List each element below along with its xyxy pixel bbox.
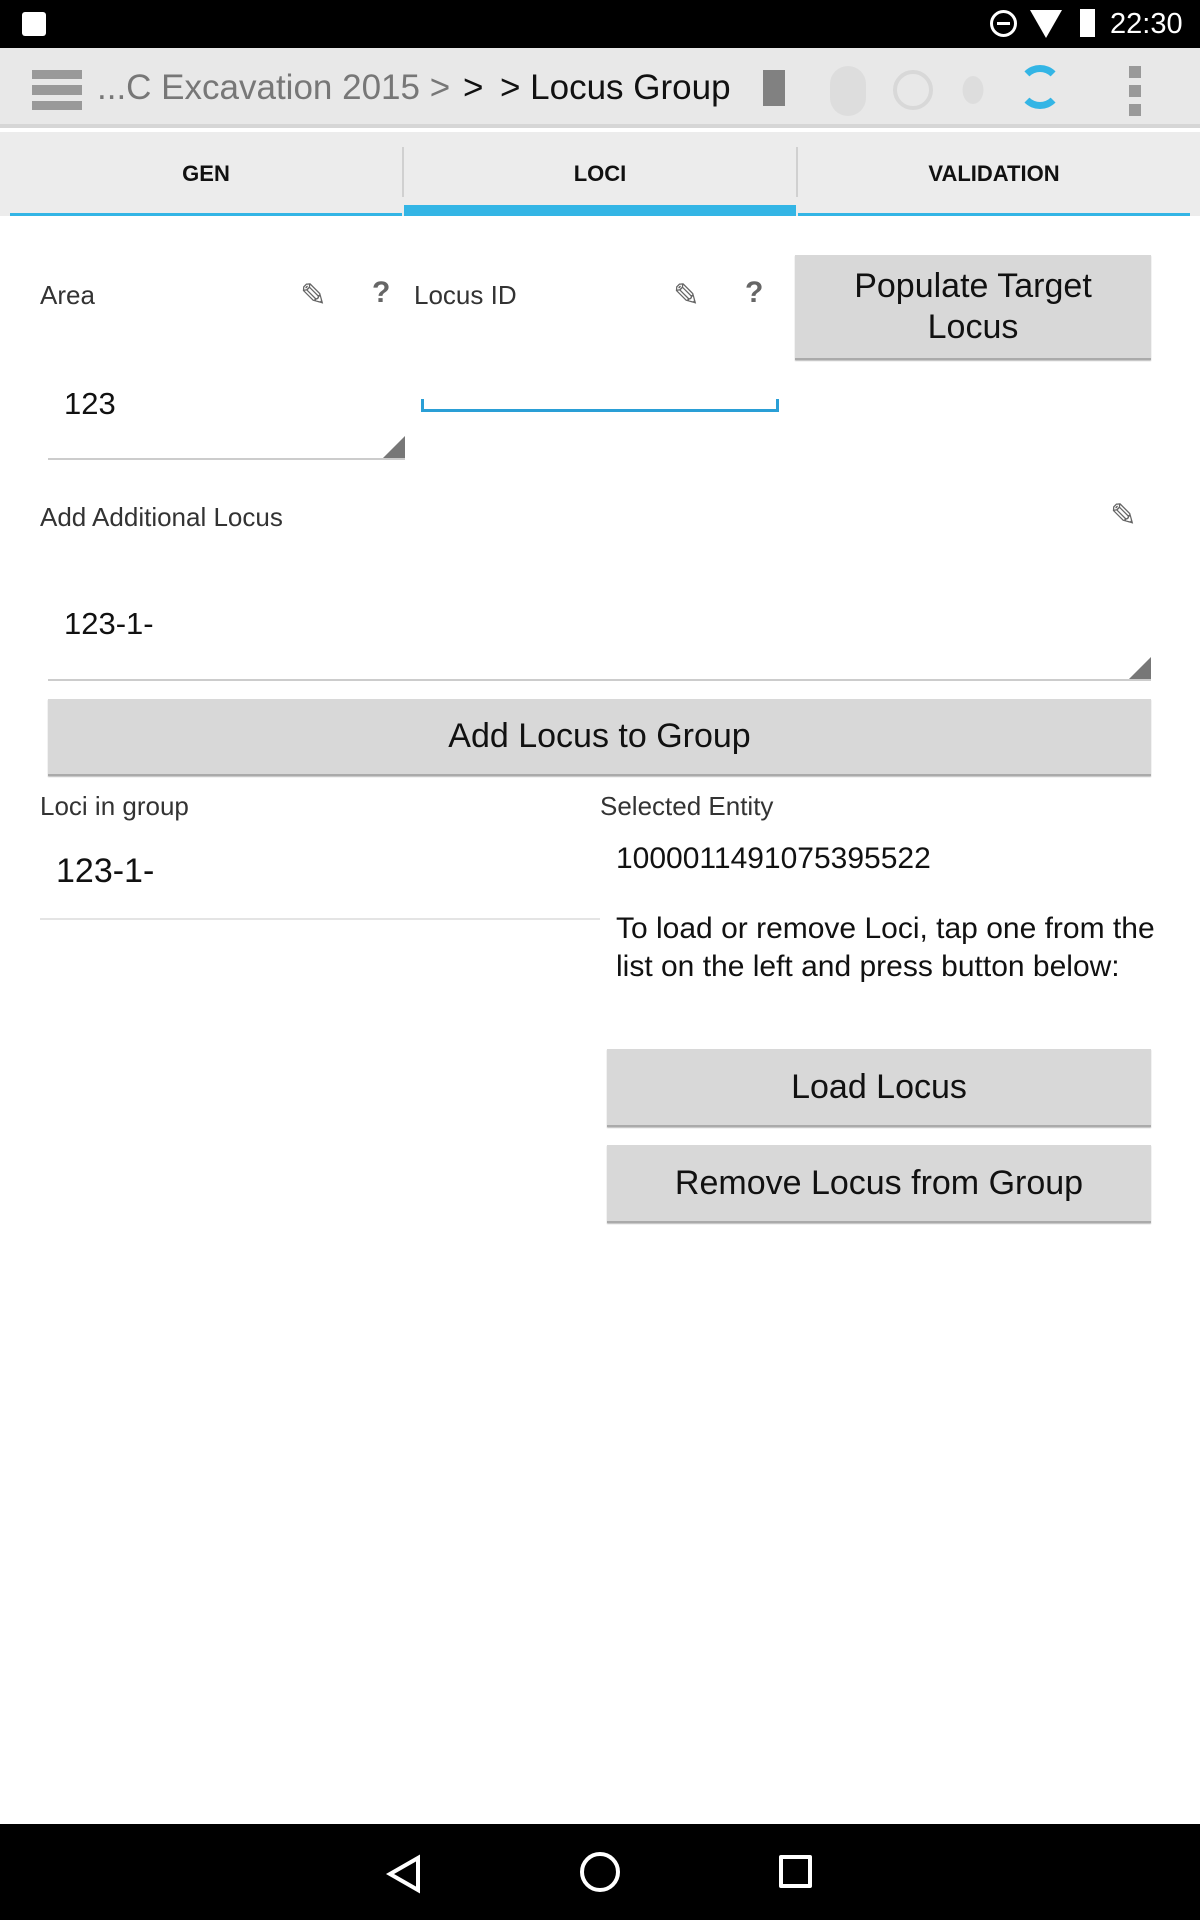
additional-locus-pencil-icon[interactable]: ✎ bbox=[1110, 496, 1137, 534]
button-label: Add Locus to Group bbox=[448, 717, 751, 756]
button-label: Remove Locus from Group bbox=[674, 1163, 1084, 1202]
tab-loci[interactable]: LOCI bbox=[404, 132, 796, 216]
locus-id-input[interactable] bbox=[421, 370, 779, 412]
wifi-icon bbox=[1030, 10, 1062, 38]
button-label: Populate Target Locus bbox=[854, 266, 1092, 346]
instructions-text: To load or remove Loci, tap one from the… bbox=[616, 912, 1155, 983]
locus-id-edit-pencil-icon[interactable]: ✎ bbox=[673, 276, 700, 314]
bluetooth-icon[interactable] bbox=[830, 66, 866, 116]
battery-icon bbox=[1080, 9, 1095, 37]
list-item[interactable]: 123-1- bbox=[40, 830, 600, 920]
home-icon[interactable] bbox=[580, 1852, 620, 1892]
selected-entity-label: Selected Entity bbox=[600, 791, 774, 821]
overflow-menu-icon[interactable] bbox=[1129, 66, 1141, 116]
list-item-label: 123-1- bbox=[56, 852, 155, 890]
sync-icon[interactable] bbox=[1018, 65, 1062, 109]
status-bar: 22:30 bbox=[0, 0, 1200, 48]
populate-target-locus-button[interactable]: Populate Target Locus bbox=[795, 255, 1151, 360]
locus-id-label: Locus ID bbox=[414, 280, 517, 310]
footsteps-icon[interactable] bbox=[955, 66, 991, 114]
navigation-bar bbox=[0, 1824, 1200, 1920]
area-edit-pencil-icon[interactable]: ✎ bbox=[300, 276, 327, 314]
tab-bar: GEN LOCI VALIDATION bbox=[0, 132, 1200, 216]
page-title: > Locus Group bbox=[500, 68, 731, 107]
button-label: Load Locus bbox=[791, 1067, 967, 1106]
tab-label: LOCI bbox=[573, 161, 627, 186]
recents-icon[interactable] bbox=[779, 1855, 812, 1888]
loci-list: 123-1- bbox=[40, 830, 600, 920]
image-notification-icon bbox=[22, 12, 46, 36]
menu-icon[interactable] bbox=[32, 70, 82, 110]
do-not-disturb-icon bbox=[990, 10, 1017, 37]
toolbar: ...C Excavation 2015 > > > Locus Group bbox=[0, 48, 1200, 128]
remove-locus-button[interactable]: Remove Locus from Group bbox=[607, 1145, 1151, 1223]
loci-in-group-label: Loci in group bbox=[40, 791, 189, 821]
additional-locus-select[interactable]: 123-1- bbox=[48, 590, 1151, 681]
gps-icon[interactable] bbox=[893, 70, 933, 110]
additional-locus-value: 123-1- bbox=[64, 606, 154, 641]
additional-locus-label: Add Additional Locus bbox=[40, 502, 283, 532]
clock: 22:30 bbox=[1110, 8, 1183, 40]
area-label: Area bbox=[40, 280, 95, 310]
area-select[interactable]: 123 bbox=[48, 380, 405, 460]
tab-label: GEN bbox=[182, 161, 230, 186]
tab-validation[interactable]: VALIDATION bbox=[798, 132, 1190, 216]
add-locus-to-group-button[interactable]: Add Locus to Group bbox=[48, 699, 1151, 776]
area-value: 123 bbox=[64, 386, 116, 421]
tab-gen[interactable]: GEN bbox=[10, 132, 402, 216]
load-locus-button[interactable]: Load Locus bbox=[607, 1049, 1151, 1127]
breadcrumb-separator: > bbox=[463, 68, 484, 107]
back-icon[interactable] bbox=[382, 1852, 426, 1896]
area-help-icon[interactable]: ? bbox=[372, 276, 390, 310]
selected-entity-value: 1000011491075395522 bbox=[616, 842, 931, 875]
sync-list-icon[interactable] bbox=[763, 70, 803, 106]
locus-id-help-icon[interactable]: ? bbox=[745, 276, 763, 310]
breadcrumb-parent[interactable]: ...C Excavation 2015 > bbox=[97, 68, 450, 108]
tab-label: VALIDATION bbox=[928, 161, 1060, 186]
